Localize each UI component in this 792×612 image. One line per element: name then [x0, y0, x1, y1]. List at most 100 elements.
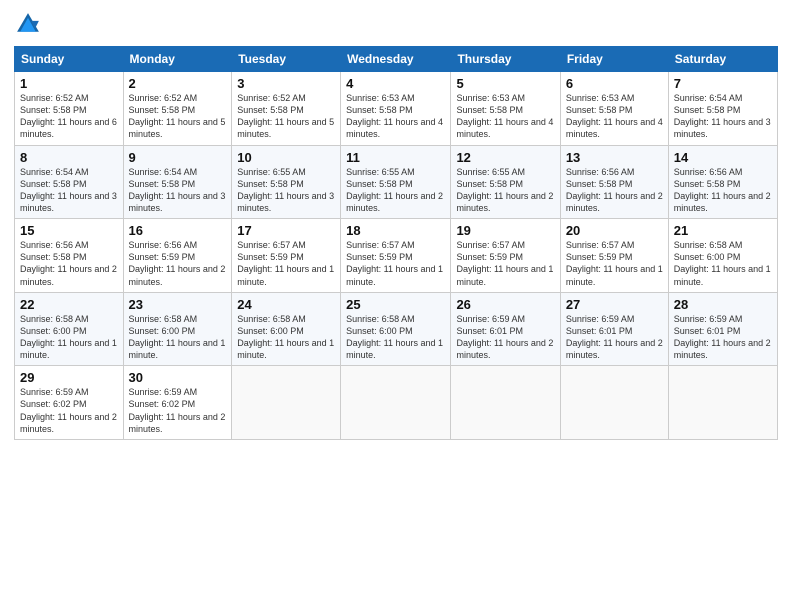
day-cell: 26 Sunrise: 6:59 AMSunset: 6:01 PMDaylig… — [451, 292, 560, 366]
day-info: Sunrise: 6:58 AMSunset: 6:00 PMDaylight:… — [237, 313, 335, 362]
day-cell: 15 Sunrise: 6:56 AMSunset: 5:58 PMDaylig… — [15, 219, 124, 293]
day-info: Sunrise: 6:53 AMSunset: 5:58 PMDaylight:… — [346, 92, 445, 141]
day-number: 21 — [674, 223, 772, 238]
week-row-2: 8 Sunrise: 6:54 AMSunset: 5:58 PMDayligh… — [15, 145, 778, 219]
day-info: Sunrise: 6:56 AMSunset: 5:59 PMDaylight:… — [129, 239, 227, 288]
col-header-friday: Friday — [560, 47, 668, 72]
day-cell — [451, 366, 560, 440]
day-info: Sunrise: 6:57 AMSunset: 5:59 PMDaylight:… — [237, 239, 335, 288]
day-cell: 4 Sunrise: 6:53 AMSunset: 5:58 PMDayligh… — [341, 72, 451, 146]
day-cell: 2 Sunrise: 6:52 AMSunset: 5:58 PMDayligh… — [123, 72, 232, 146]
day-info: Sunrise: 6:56 AMSunset: 5:58 PMDaylight:… — [566, 166, 663, 215]
day-number: 22 — [20, 297, 118, 312]
day-info: Sunrise: 6:55 AMSunset: 5:58 PMDaylight:… — [456, 166, 554, 215]
day-cell: 3 Sunrise: 6:52 AMSunset: 5:58 PMDayligh… — [232, 72, 341, 146]
day-cell: 1 Sunrise: 6:52 AMSunset: 5:58 PMDayligh… — [15, 72, 124, 146]
week-row-1: 1 Sunrise: 6:52 AMSunset: 5:58 PMDayligh… — [15, 72, 778, 146]
col-header-monday: Monday — [123, 47, 232, 72]
day-cell: 12 Sunrise: 6:55 AMSunset: 5:58 PMDaylig… — [451, 145, 560, 219]
day-info: Sunrise: 6:55 AMSunset: 5:58 PMDaylight:… — [346, 166, 445, 215]
col-header-saturday: Saturday — [668, 47, 777, 72]
day-info: Sunrise: 6:52 AMSunset: 5:58 PMDaylight:… — [20, 92, 118, 141]
col-header-wednesday: Wednesday — [341, 47, 451, 72]
day-number: 7 — [674, 76, 772, 91]
day-info: Sunrise: 6:54 AMSunset: 5:58 PMDaylight:… — [674, 92, 772, 141]
day-number: 11 — [346, 150, 445, 165]
day-cell: 8 Sunrise: 6:54 AMSunset: 5:58 PMDayligh… — [15, 145, 124, 219]
day-info: Sunrise: 6:52 AMSunset: 5:58 PMDaylight:… — [129, 92, 227, 141]
day-number: 8 — [20, 150, 118, 165]
day-info: Sunrise: 6:53 AMSunset: 5:58 PMDaylight:… — [456, 92, 554, 141]
day-cell: 9 Sunrise: 6:54 AMSunset: 5:58 PMDayligh… — [123, 145, 232, 219]
day-info: Sunrise: 6:57 AMSunset: 5:59 PMDaylight:… — [566, 239, 663, 288]
week-row-4: 22 Sunrise: 6:58 AMSunset: 6:00 PMDaylig… — [15, 292, 778, 366]
day-info: Sunrise: 6:52 AMSunset: 5:58 PMDaylight:… — [237, 92, 335, 141]
day-number: 28 — [674, 297, 772, 312]
page: SundayMondayTuesdayWednesdayThursdayFrid… — [0, 0, 792, 612]
day-number: 12 — [456, 150, 554, 165]
day-number: 30 — [129, 370, 227, 385]
day-cell: 18 Sunrise: 6:57 AMSunset: 5:59 PMDaylig… — [341, 219, 451, 293]
calendar: SundayMondayTuesdayWednesdayThursdayFrid… — [14, 46, 778, 440]
day-info: Sunrise: 6:58 AMSunset: 6:00 PMDaylight:… — [346, 313, 445, 362]
day-info: Sunrise: 6:59 AMSunset: 6:02 PMDaylight:… — [129, 386, 227, 435]
day-cell: 22 Sunrise: 6:58 AMSunset: 6:00 PMDaylig… — [15, 292, 124, 366]
day-cell: 17 Sunrise: 6:57 AMSunset: 5:59 PMDaylig… — [232, 219, 341, 293]
day-info: Sunrise: 6:56 AMSunset: 5:58 PMDaylight:… — [20, 239, 118, 288]
day-info: Sunrise: 6:54 AMSunset: 5:58 PMDaylight:… — [129, 166, 227, 215]
day-number: 26 — [456, 297, 554, 312]
day-number: 20 — [566, 223, 663, 238]
day-info: Sunrise: 6:57 AMSunset: 5:59 PMDaylight:… — [456, 239, 554, 288]
day-cell: 6 Sunrise: 6:53 AMSunset: 5:58 PMDayligh… — [560, 72, 668, 146]
day-number: 24 — [237, 297, 335, 312]
day-number: 9 — [129, 150, 227, 165]
day-cell: 13 Sunrise: 6:56 AMSunset: 5:58 PMDaylig… — [560, 145, 668, 219]
day-number: 6 — [566, 76, 663, 91]
day-number: 3 — [237, 76, 335, 91]
day-number: 2 — [129, 76, 227, 91]
day-cell: 23 Sunrise: 6:58 AMSunset: 6:00 PMDaylig… — [123, 292, 232, 366]
day-number: 25 — [346, 297, 445, 312]
day-cell: 28 Sunrise: 6:59 AMSunset: 6:01 PMDaylig… — [668, 292, 777, 366]
day-cell: 20 Sunrise: 6:57 AMSunset: 5:59 PMDaylig… — [560, 219, 668, 293]
logo-icon — [14, 10, 42, 38]
day-cell: 24 Sunrise: 6:58 AMSunset: 6:00 PMDaylig… — [232, 292, 341, 366]
day-info: Sunrise: 6:53 AMSunset: 5:58 PMDaylight:… — [566, 92, 663, 141]
day-info: Sunrise: 6:59 AMSunset: 6:01 PMDaylight:… — [456, 313, 554, 362]
day-info: Sunrise: 6:57 AMSunset: 5:59 PMDaylight:… — [346, 239, 445, 288]
col-header-thursday: Thursday — [451, 47, 560, 72]
day-number: 27 — [566, 297, 663, 312]
week-row-3: 15 Sunrise: 6:56 AMSunset: 5:58 PMDaylig… — [15, 219, 778, 293]
day-number: 17 — [237, 223, 335, 238]
day-cell: 30 Sunrise: 6:59 AMSunset: 6:02 PMDaylig… — [123, 366, 232, 440]
day-number: 23 — [129, 297, 227, 312]
calendar-header-row: SundayMondayTuesdayWednesdayThursdayFrid… — [15, 47, 778, 72]
day-number: 15 — [20, 223, 118, 238]
day-number: 4 — [346, 76, 445, 91]
day-info: Sunrise: 6:58 AMSunset: 6:00 PMDaylight:… — [674, 239, 772, 288]
day-info: Sunrise: 6:55 AMSunset: 5:58 PMDaylight:… — [237, 166, 335, 215]
day-cell: 29 Sunrise: 6:59 AMSunset: 6:02 PMDaylig… — [15, 366, 124, 440]
day-cell — [341, 366, 451, 440]
day-info: Sunrise: 6:59 AMSunset: 6:01 PMDaylight:… — [566, 313, 663, 362]
day-info: Sunrise: 6:56 AMSunset: 5:58 PMDaylight:… — [674, 166, 772, 215]
day-cell — [560, 366, 668, 440]
week-row-5: 29 Sunrise: 6:59 AMSunset: 6:02 PMDaylig… — [15, 366, 778, 440]
day-number: 13 — [566, 150, 663, 165]
day-number: 29 — [20, 370, 118, 385]
day-number: 18 — [346, 223, 445, 238]
logo — [14, 10, 46, 38]
day-info: Sunrise: 6:54 AMSunset: 5:58 PMDaylight:… — [20, 166, 118, 215]
day-number: 14 — [674, 150, 772, 165]
day-cell — [232, 366, 341, 440]
day-number: 1 — [20, 76, 118, 91]
day-number: 10 — [237, 150, 335, 165]
day-cell: 10 Sunrise: 6:55 AMSunset: 5:58 PMDaylig… — [232, 145, 341, 219]
day-cell: 5 Sunrise: 6:53 AMSunset: 5:58 PMDayligh… — [451, 72, 560, 146]
col-header-sunday: Sunday — [15, 47, 124, 72]
day-number: 19 — [456, 223, 554, 238]
day-info: Sunrise: 6:59 AMSunset: 6:02 PMDaylight:… — [20, 386, 118, 435]
day-info: Sunrise: 6:59 AMSunset: 6:01 PMDaylight:… — [674, 313, 772, 362]
day-cell: 14 Sunrise: 6:56 AMSunset: 5:58 PMDaylig… — [668, 145, 777, 219]
day-info: Sunrise: 6:58 AMSunset: 6:00 PMDaylight:… — [129, 313, 227, 362]
